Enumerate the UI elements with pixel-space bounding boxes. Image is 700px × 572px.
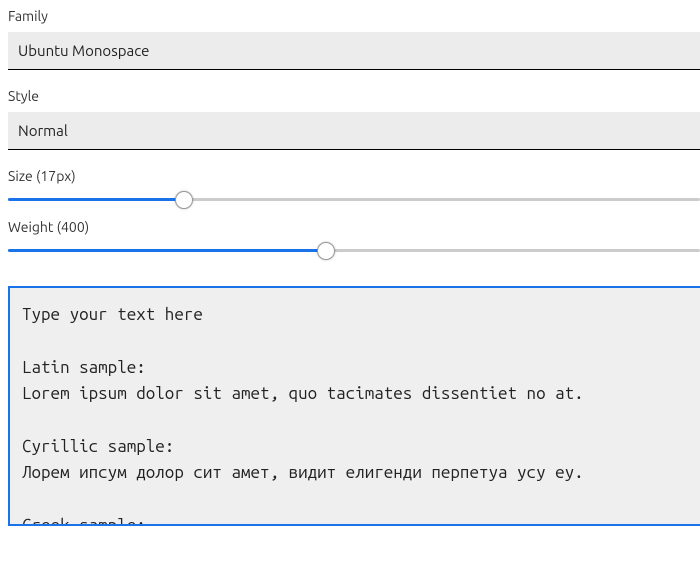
weight-field: Weight (400) xyxy=(8,219,700,252)
weight-label: Weight (400) xyxy=(8,219,700,235)
style-select[interactable]: Normal xyxy=(8,112,700,150)
family-label: Family xyxy=(8,8,700,24)
size-field: Size (17px) xyxy=(8,168,700,201)
preview-textarea[interactable]: Type your text here Latin sample: Lorem … xyxy=(8,286,700,526)
size-slider-thumb[interactable] xyxy=(175,191,193,209)
family-select[interactable]: Ubuntu Monospace xyxy=(8,32,700,70)
size-slider[interactable] xyxy=(8,198,700,201)
size-label: Size (17px) xyxy=(8,168,700,184)
weight-slider-thumb[interactable] xyxy=(317,242,335,260)
style-field: Style Normal xyxy=(8,88,700,150)
family-field: Family Ubuntu Monospace xyxy=(8,8,700,70)
weight-slider[interactable] xyxy=(8,249,700,252)
weight-slider-fill xyxy=(8,249,326,252)
size-slider-fill xyxy=(8,198,184,201)
style-label: Style xyxy=(8,88,700,104)
